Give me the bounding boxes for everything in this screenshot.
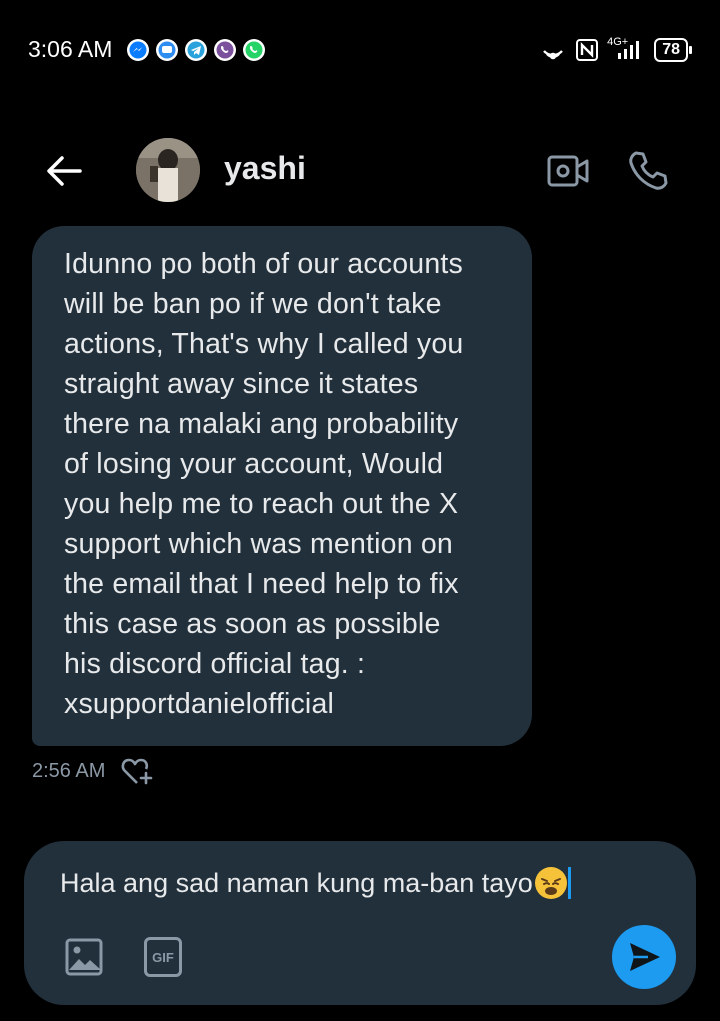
hotspot-icon	[543, 50, 563, 60]
viber-icon	[213, 38, 237, 62]
text-caret	[567, 867, 571, 899]
system-icons: 4G+ 78	[539, 36, 692, 64]
network-type: 4G+	[607, 36, 629, 48]
message-text: Idunno po both of our accounts will be b…	[64, 248, 464, 720]
send-icon	[630, 943, 660, 971]
back-arrow-icon[interactable]	[44, 153, 84, 189]
chat-bubble-icon	[155, 38, 179, 62]
video-call-icon[interactable]	[546, 151, 590, 191]
gif-button[interactable]: GIF	[144, 937, 182, 977]
battery-level: 78	[654, 38, 688, 62]
message-meta: 2:56 AM	[32, 756, 155, 786]
weary-face-emoji-icon	[534, 867, 567, 899]
message-timestamp: 2:56 AM	[32, 759, 106, 782]
nfc-icon	[576, 39, 599, 61]
message-bubble[interactable]: Idunno po both of our accounts will be b…	[32, 226, 532, 746]
messenger-icon	[126, 38, 150, 62]
conversation-header: yashi	[0, 135, 720, 207]
contact-name[interactable]: yashi	[224, 150, 306, 187]
message-input[interactable]: Hala ang sad naman kung ma-ban tayo	[60, 867, 571, 899]
add-reaction-icon[interactable]	[121, 756, 155, 786]
message-composer[interactable]: Hala ang sad naman kung ma-ban tayo GIF	[24, 841, 696, 1005]
battery-icon: 78	[654, 38, 692, 62]
whatsapp-icon	[242, 38, 266, 62]
phone-call-icon[interactable]	[626, 149, 670, 193]
draft-text: Hala ang sad naman kung ma-ban tayo	[60, 867, 533, 898]
avatar[interactable]	[136, 138, 200, 202]
send-button[interactable]	[612, 925, 676, 989]
notification-icons	[126, 38, 266, 62]
status-time: 3:06 AM	[28, 36, 113, 62]
telegram-icon	[184, 38, 208, 62]
status-bar: 3:06 AM 4G+ 78	[0, 0, 720, 100]
image-icon[interactable]	[64, 937, 104, 977]
